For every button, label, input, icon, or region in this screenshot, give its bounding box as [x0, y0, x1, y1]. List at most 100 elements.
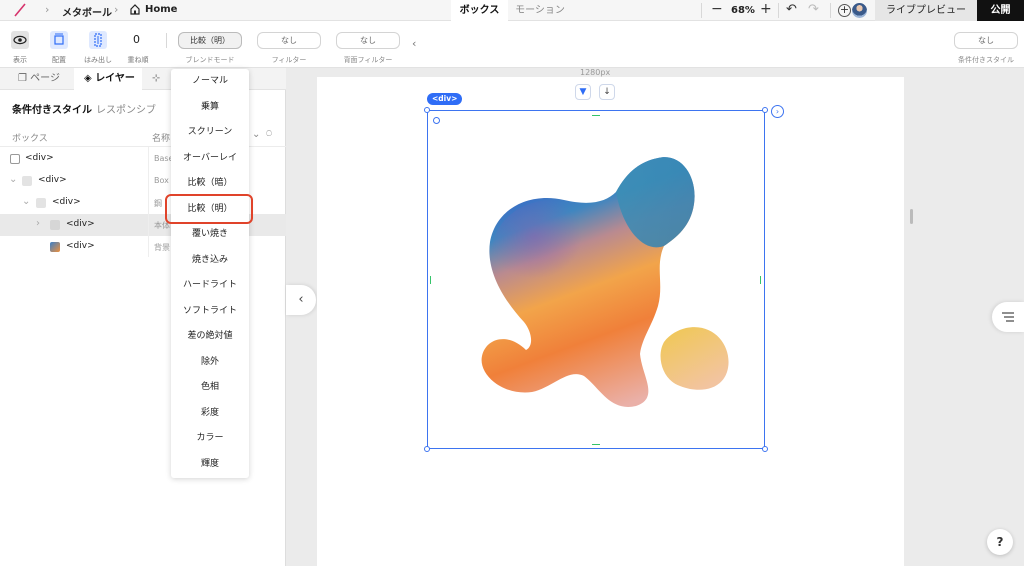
blend-mode-option[interactable]: 比較（暗）: [171, 171, 249, 196]
blend-mode-option[interactable]: 覆い焼き: [171, 222, 249, 247]
selected-element-badge[interactable]: <div>: [427, 93, 463, 105]
collapse-panel-button[interactable]: ‹: [286, 285, 316, 315]
subtab-responsive[interactable]: レスポンシブ: [96, 101, 156, 116]
blend-mode-option[interactable]: 除外: [171, 350, 249, 375]
menu-lines-icon: [1002, 312, 1014, 322]
divider: [701, 3, 702, 18]
zoom-level: 68%: [731, 5, 755, 16]
blend-mode-option[interactable]: ハードライト: [171, 273, 249, 298]
blend-mode-option[interactable]: ノーマル: [171, 69, 249, 94]
layer-name: 背景: [154, 243, 170, 252]
breadcrumb-chevron-icon: ›: [114, 3, 119, 16]
resize-handle[interactable]: [424, 107, 430, 113]
z-order-tool[interactable]: 0 重ね順: [121, 21, 155, 68]
grid-box-icon: [50, 220, 60, 230]
zoom-out-button[interactable]: −: [711, 1, 723, 17]
backdrop-filter-label: 背面フィルター: [343, 56, 393, 64]
pen-logo-icon[interactable]: [14, 3, 26, 17]
overflow-tool[interactable]: はみ出し: [81, 21, 115, 68]
tab-box[interactable]: ボックス: [451, 0, 508, 21]
help-button[interactable]: ?: [987, 529, 1013, 555]
visibility-toggle-icon[interactable]: ⍥: [266, 129, 272, 140]
top-bar: › メタボール › Home ボックス モーション − 68% + ↶ ↷ + …: [0, 0, 1024, 21]
layer-tag: <div>: [66, 241, 95, 251]
layers-icon: ◈: [84, 73, 92, 84]
blend-mode-option[interactable]: 輝度: [171, 452, 249, 477]
layer-tag: <div>: [38, 175, 67, 185]
canvas-width-label: 1280px: [580, 68, 611, 77]
blend-mode-option[interactable]: 乗算: [171, 95, 249, 120]
resize-handle[interactable]: [424, 446, 430, 452]
arrow-down-icon[interactable]: ↓: [599, 84, 615, 100]
tab-pages-label: ページ: [30, 73, 60, 84]
blend-mode-option[interactable]: スクリーン: [171, 120, 249, 145]
blend-mode-dropdown: ノーマル 乗算 スクリーン オーバーレイ 比較（暗） 比較（明） 覆い焼き 焼き込み ハードライ…: [171, 69, 249, 478]
center-guide: [430, 276, 431, 284]
layer-tag: <div>: [25, 153, 54, 163]
tab-layers[interactable]: ◈ レイヤー: [74, 68, 142, 90]
divider: [148, 147, 149, 257]
blend-mode-option[interactable]: 焼き込み: [171, 248, 249, 273]
column-name: 名称: [152, 134, 171, 144]
live-preview-button[interactable]: ライブプレビュー: [875, 0, 977, 21]
placement-tool[interactable]: 配置: [42, 21, 76, 68]
divider: [778, 3, 779, 18]
filter-icon[interactable]: ▼: [575, 84, 591, 100]
box-icon: [10, 154, 20, 164]
chevron-right-icon[interactable]: ›: [36, 218, 40, 229]
conditional-style-label: 条件付きスタイル: [958, 56, 1014, 64]
blend-mode-option[interactable]: カラー: [171, 426, 249, 451]
eye-icon: [11, 31, 29, 49]
toolbar-chevron-left-icon[interactable]: ‹: [412, 37, 416, 50]
layer-tag: <div>: [66, 219, 95, 229]
filter-select[interactable]: なし: [257, 32, 321, 49]
blend-mode-option[interactable]: 色相: [171, 375, 249, 400]
metaball-gradient-image: [481, 157, 729, 407]
breadcrumb-project[interactable]: メタボール: [62, 4, 112, 19]
image-thumbnail-icon: [50, 242, 60, 252]
blend-mode-select[interactable]: 比較（明）: [178, 32, 242, 49]
sort-icon[interactable]: ⌄: [252, 129, 260, 140]
page-icon: ❐: [18, 73, 27, 84]
grid-box-icon: [22, 176, 32, 186]
column-box: ボックス: [12, 134, 48, 144]
avatar[interactable]: [852, 3, 867, 18]
add-collaborator-icon[interactable]: +: [838, 4, 851, 17]
style-toolbar: 表示 配置 はみ出し 0 重ね順 比較（明） ブレンドモード なし フィルター …: [0, 21, 1024, 68]
blend-mode-option[interactable]: 彩度: [171, 401, 249, 426]
chevron-down-icon[interactable]: ⌄: [22, 196, 30, 207]
resize-handle[interactable]: [762, 446, 768, 452]
display-tool[interactable]: 表示: [3, 21, 37, 68]
conditional-style-select[interactable]: なし: [954, 32, 1018, 49]
subtab-conditional-styles[interactable]: 条件付きスタイル: [12, 101, 92, 116]
breadcrumb-chevron-icon: ›: [45, 3, 50, 16]
undo-icon[interactable]: ↶: [786, 2, 797, 17]
center-guide: [760, 276, 761, 284]
layer-name: Box: [154, 176, 169, 185]
resize-handle[interactable]: [762, 107, 768, 113]
publish-button[interactable]: 公開: [977, 0, 1024, 21]
breadcrumb-page[interactable]: Home: [145, 4, 177, 15]
scrollbar-handle[interactable]: [910, 209, 913, 224]
zoom-in-button[interactable]: +: [760, 1, 772, 17]
blend-mode-option[interactable]: ソフトライト: [171, 299, 249, 324]
blend-mode-option[interactable]: オーバーレイ: [171, 146, 249, 171]
center-guide: [592, 115, 600, 116]
home-icon: [130, 4, 140, 15]
divider: [166, 33, 167, 48]
tab-motion[interactable]: モーション: [508, 0, 572, 21]
grid-box-icon: [36, 198, 46, 208]
tab-pages[interactable]: ❐ ページ: [18, 68, 74, 90]
blend-mode-label: ブレンドモード: [185, 56, 235, 64]
add-icon: ⊹: [152, 73, 161, 84]
divider: [830, 3, 831, 18]
z-order-value: 0: [133, 33, 140, 46]
chevron-down-icon[interactable]: ⌄: [9, 174, 17, 185]
layer-tag: <div>: [52, 197, 81, 207]
open-right-panel-button[interactable]: [992, 302, 1024, 332]
blend-mode-option[interactable]: 差の絶対値: [171, 324, 249, 349]
backdrop-filter-select[interactable]: なし: [336, 32, 400, 49]
chevron-right-icon[interactable]: ›: [771, 105, 784, 118]
redo-icon[interactable]: ↷: [808, 2, 819, 17]
tab-layers-label: レイヤー: [95, 73, 135, 84]
